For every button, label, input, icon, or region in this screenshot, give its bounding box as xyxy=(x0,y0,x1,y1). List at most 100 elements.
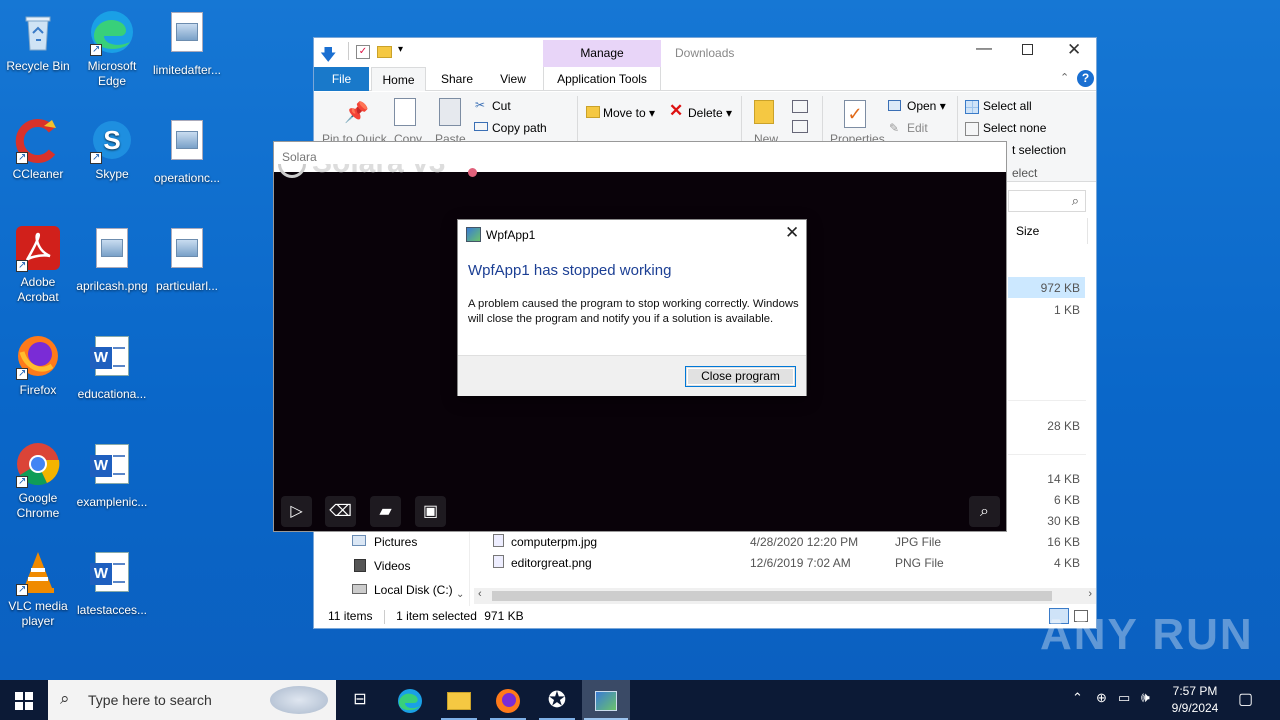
help-icon[interactable]: ? xyxy=(1077,70,1094,87)
windows-logo-icon xyxy=(15,691,33,710)
file-size: 30 KB xyxy=(1047,514,1080,528)
error-dialog: WpfApp1 ✕ WpfApp1 has stopped working A … xyxy=(457,219,807,396)
image-file-icon[interactable]: particularl... xyxy=(149,224,225,294)
taskbar: ⌕ Type here to search ⊟ ✪ ⌃ ⊕ ▭ 🕪 7:57 P… xyxy=(0,680,1280,720)
easy-access-icon[interactable] xyxy=(792,120,808,133)
delete-button[interactable]: Delete ▾ xyxy=(688,106,732,120)
tab-file[interactable]: File xyxy=(314,67,369,91)
dialog-close-button[interactable]: ✕ xyxy=(785,223,799,243)
taskbar-file-explorer-icon[interactable] xyxy=(435,680,483,720)
recycle-bin-label: Recycle Bin xyxy=(6,59,70,73)
word-document-icon[interactable]: W latestacces... xyxy=(74,548,150,618)
move-to-button[interactable]: Move to ▾ xyxy=(603,106,655,120)
close-program-button[interactable]: Close program xyxy=(685,366,796,387)
maximize-button[interactable] xyxy=(1022,44,1033,55)
open-button[interactable]: Open ▾ xyxy=(907,99,946,113)
file-label: latestacces... xyxy=(76,603,148,617)
properties-qat-icon[interactable]: ✓ xyxy=(356,45,370,59)
tab-application-tools[interactable]: Application Tools xyxy=(543,67,661,91)
taskbar-wpfapp-icon[interactable] xyxy=(582,680,630,720)
ccleaner-label: CCleaner xyxy=(12,167,64,181)
edit-button[interactable]: Edit xyxy=(907,121,928,135)
ccleaner-icon[interactable]: CCleaner xyxy=(0,116,76,182)
open-file-button[interactable]: ▰ xyxy=(370,496,401,527)
nav-item-pictures[interactable]: Pictures xyxy=(374,535,417,549)
file-name[interactable]: computerpm.jpg xyxy=(511,535,597,549)
recycle-bin-icon[interactable]: Recycle Bin xyxy=(0,8,76,74)
dialog-message: A problem caused the program to stop wor… xyxy=(468,298,799,325)
task-view-icon[interactable]: ⊟ xyxy=(336,680,384,720)
file-label: educationa... xyxy=(77,387,147,401)
separator xyxy=(383,609,385,624)
eraser-icon: ⌫ xyxy=(329,503,352,520)
group-divider xyxy=(1008,400,1086,401)
ethernet-icon[interactable]: ▭ xyxy=(1118,690,1130,706)
word-document-icon[interactable]: W examplenic... xyxy=(74,440,150,510)
skype-icon[interactable]: S Skype xyxy=(74,116,150,182)
nav-item-local-disk[interactable]: Local Disk (C:) xyxy=(374,583,453,597)
select-none-icon xyxy=(965,122,979,136)
paperclip-icon: ⌕ xyxy=(980,503,989,520)
nav-item-videos[interactable]: Videos xyxy=(374,559,410,573)
file-type: PNG File xyxy=(895,556,944,570)
invert-selection-button[interactable]: t selection xyxy=(1012,143,1066,157)
taskbar-firefox-icon[interactable] xyxy=(484,680,532,720)
anyrun-watermark: ANY RUN xyxy=(1040,610,1254,659)
select-all-icon xyxy=(965,100,979,114)
customize-qat-icon[interactable]: ▾ xyxy=(398,44,403,55)
copy-path-button[interactable]: Copy path xyxy=(492,121,547,135)
adobe-acrobat-icon[interactable]: Adobe Acrobat xyxy=(0,224,76,305)
clock-time: 7:57 PM xyxy=(1172,684,1218,698)
local-disk-icon xyxy=(352,584,367,594)
image-file-icon[interactable]: aprilcash.png xyxy=(74,224,150,294)
new-item-icon[interactable] xyxy=(792,100,808,113)
dialog-heading: WpfApp1 has stopped working xyxy=(468,262,672,279)
scrollbar-thumb[interactable] xyxy=(492,591,1052,601)
clock[interactable]: 7:57 PM 9/9/2024 xyxy=(1164,683,1226,717)
column-divider xyxy=(1087,218,1088,244)
image-file-icon[interactable]: operationc... xyxy=(149,116,225,186)
search-bar[interactable]: ⌕ Type here to search xyxy=(48,680,336,720)
copy-icon xyxy=(394,98,416,126)
scroll-down-icon[interactable]: ⌄ xyxy=(456,589,464,600)
scroll-right-icon[interactable]: › xyxy=(1088,588,1092,600)
collapse-ribbon-icon[interactable]: ⌃ xyxy=(1060,71,1069,84)
search-box[interactable]: ⌕ xyxy=(1008,190,1086,212)
open-label: Open xyxy=(907,99,937,113)
vlc-icon[interactable]: VLC media player xyxy=(0,548,76,629)
column-header-size[interactable]: Size xyxy=(1016,224,1039,238)
cut-icon: ✂ xyxy=(475,98,486,112)
clear-button[interactable]: ⌫ xyxy=(325,496,356,527)
tab-home[interactable]: Home xyxy=(371,67,426,91)
attach-button[interactable]: ⌕ xyxy=(969,496,1000,527)
tab-view[interactable]: View xyxy=(486,67,540,91)
file-label: particularl... xyxy=(155,279,219,293)
save-button[interactable]: ▣ xyxy=(415,496,446,527)
word-document-icon[interactable]: W educationa... xyxy=(74,332,150,402)
image-file-icon[interactable]: limitedafter... xyxy=(149,8,225,78)
file-label: examplenic... xyxy=(76,495,148,509)
taskbar-solara-icon[interactable]: ✪ xyxy=(533,680,581,720)
start-button[interactable] xyxy=(0,680,48,720)
move-to-icon xyxy=(586,106,600,118)
network-status-icon[interactable]: ⊕ xyxy=(1096,690,1107,706)
file-name[interactable]: editorgreat.png xyxy=(511,556,592,570)
scroll-left-icon[interactable]: ‹ xyxy=(478,588,482,600)
close-button[interactable]: ✕ xyxy=(1067,40,1081,60)
firefox-icon[interactable]: Firefox xyxy=(0,332,76,398)
show-hidden-icons[interactable]: ⌃ xyxy=(1072,690,1083,706)
new-folder-qat-icon[interactable] xyxy=(377,46,392,58)
cut-button[interactable]: Cut xyxy=(492,99,511,113)
minimize-button[interactable]: — xyxy=(976,40,992,58)
manage-context-tab[interactable]: Manage xyxy=(543,40,661,67)
google-chrome-icon[interactable]: Google Chrome xyxy=(0,440,76,521)
horizontal-scrollbar[interactable]: ‹ › xyxy=(474,588,1096,604)
select-none-button[interactable]: Select none xyxy=(983,121,1046,135)
volume-icon[interactable]: 🕪 xyxy=(1141,689,1150,706)
microsoft-edge-icon[interactable]: Microsoft Edge xyxy=(74,8,150,89)
taskbar-edge-icon[interactable] xyxy=(386,680,434,720)
tab-share[interactable]: Share xyxy=(430,67,484,91)
notifications-icon[interactable]: ▢ xyxy=(1238,689,1253,709)
execute-button[interactable]: ▷ xyxy=(281,496,312,527)
select-all-button[interactable]: Select all xyxy=(983,99,1032,113)
